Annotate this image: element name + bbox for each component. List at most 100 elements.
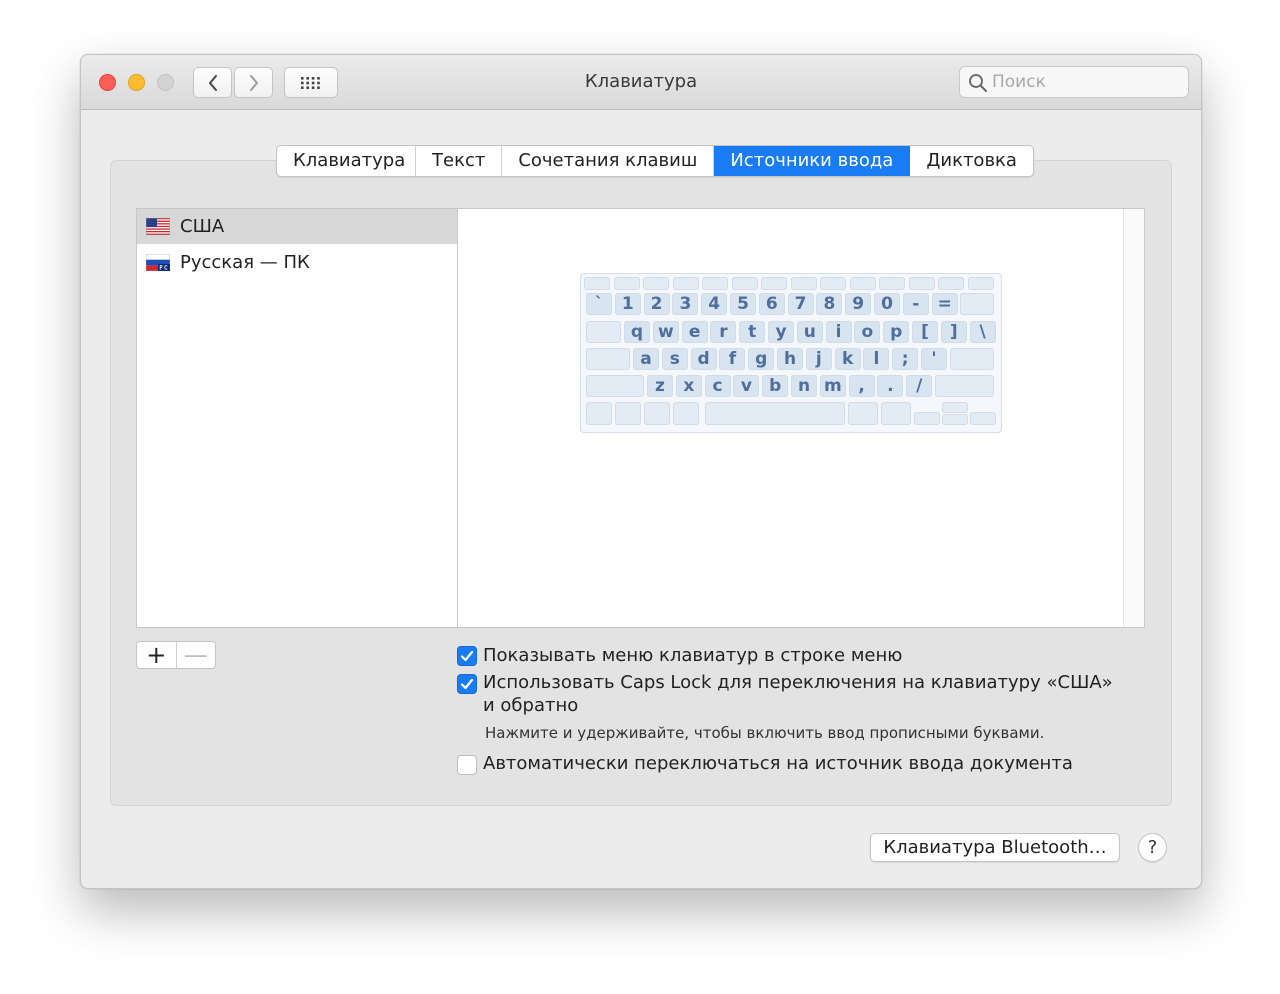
keyboard-key: d	[690, 348, 717, 370]
keyboard-key-blank	[584, 277, 610, 290]
tab-input-sources[interactable]: Источники ввода	[714, 146, 911, 176]
minimize-window-button[interactable]	[128, 74, 145, 91]
auto-switch-label[interactable]: Автоматически переключаться на источник …	[483, 753, 1073, 774]
tab-keyboard[interactable]: Клавиатура	[277, 146, 416, 176]
keyboard-key-blank	[643, 277, 669, 290]
keyboard-key: p	[883, 321, 910, 343]
keyboard-key-blank	[586, 375, 644, 397]
keyboard-key: s	[661, 348, 688, 370]
keyboard-key-blank	[820, 277, 846, 290]
keyboard-key: m	[819, 375, 846, 397]
keyboard-key-blank	[949, 348, 994, 370]
keyboard-key: 7	[787, 293, 814, 315]
show-all-button[interactable]	[284, 67, 338, 98]
keyboard-key-blank	[702, 277, 728, 290]
keyboard-key-blank	[942, 414, 968, 425]
keyboard-key: f	[719, 348, 746, 370]
keyboard-key-blank	[615, 402, 641, 425]
keyboard-key-blank	[908, 277, 935, 290]
add-source-button[interactable]: +	[137, 642, 176, 668]
keyboard-key: h	[777, 348, 803, 370]
tab-text[interactable]: Текст	[416, 146, 503, 176]
keyboard-key: l	[863, 348, 890, 370]
keyboard-key: x	[675, 375, 702, 397]
search-input[interactable]	[992, 67, 1182, 97]
keyboard-key: j	[805, 348, 832, 370]
keyboard-key: -	[902, 293, 929, 315]
search-field[interactable]	[959, 66, 1189, 98]
keyboard-key: 0	[874, 293, 900, 315]
show-menu-label[interactable]: Показывать меню клавиатур в строке меню	[483, 645, 902, 666]
keyboard-key: z	[647, 375, 673, 397]
keyboard-key: i	[825, 321, 852, 343]
keyboard-key-blank	[586, 402, 612, 425]
caps-lock-note: Нажмите и удерживайте, чтобы включить вв…	[485, 724, 1045, 742]
back-button[interactable]	[193, 67, 232, 98]
list-item-us[interactable]: США	[137, 209, 457, 244]
keyboard-key-blank	[942, 402, 968, 413]
keyboard-key: \	[969, 321, 996, 343]
keyboard-key: ;	[892, 348, 919, 370]
keyboard-key-blank	[970, 412, 996, 425]
checkmark-icon	[460, 678, 474, 690]
tab-dictation[interactable]: Диктовка	[910, 146, 1033, 176]
search-icon	[969, 74, 987, 92]
keyboard-key-blank	[849, 277, 876, 290]
keyboard-key: 1	[614, 293, 641, 315]
keyboard-key-blank	[790, 277, 817, 290]
chevron-left-icon	[208, 74, 217, 91]
keyboard-key: ]	[940, 321, 967, 343]
preview-scrollbar[interactable]	[1123, 209, 1144, 627]
keyboard-key: q	[624, 321, 650, 343]
caps-lock-checkbox[interactable]	[457, 674, 477, 694]
forward-button[interactable]	[234, 67, 273, 98]
keyboard-key: =	[931, 293, 958, 315]
input-sources-list[interactable]: США Русская — ПК	[136, 208, 458, 628]
keyboard-key: t	[739, 321, 766, 343]
checkmark-icon	[460, 650, 474, 662]
keyboard-key: k	[834, 348, 861, 370]
tab-bar: Клавиатура Текст Сочетания клавиш Источн…	[276, 145, 1034, 177]
keyboard-key-blank	[935, 375, 994, 397]
caps-lock-label-line1[interactable]: Использовать Caps Lock для переключения …	[483, 672, 1113, 693]
keyboard-key: r	[710, 321, 737, 343]
chevron-right-icon	[249, 74, 258, 91]
keyboard-key: 9	[845, 293, 872, 315]
remove-source-button[interactable]: —	[175, 642, 216, 668]
keyboard-key-blank	[938, 277, 964, 290]
us-flag-icon	[146, 218, 170, 235]
zoom-window-button[interactable]	[157, 74, 174, 91]
keyboard-key: e	[681, 321, 708, 343]
keyboard-key-blank	[761, 277, 787, 290]
keyboard-key: 4	[701, 293, 728, 315]
keyboard-key: 8	[816, 293, 843, 315]
keyboard-key: ,	[848, 375, 875, 397]
keyboard-key: [	[912, 321, 938, 343]
keyboard-key-blank	[967, 277, 994, 290]
keyboard-key-blank	[914, 412, 940, 425]
keyboard-key: b	[762, 375, 789, 397]
bluetooth-keyboard-button[interactable]: Клавиатура Bluetooth…	[870, 833, 1120, 862]
preferences-window: Клавиатура Клавиатура Текст Сочетания кл…	[80, 54, 1202, 889]
navigation-buttons	[193, 67, 275, 98]
keyboard-key: y	[768, 321, 794, 343]
keyboard-key: g	[748, 348, 775, 370]
caps-lock-label-line2[interactable]: и обратно	[483, 695, 578, 716]
keyboard-key: .	[877, 375, 904, 397]
list-item-label: Русская — ПК	[180, 252, 310, 273]
keyboard-key-blank	[705, 402, 845, 425]
close-window-button[interactable]	[99, 74, 116, 91]
show-menu-checkbox[interactable]	[457, 646, 477, 666]
grid-icon	[301, 76, 320, 89]
keyboard-key-blank	[881, 402, 911, 425]
auto-switch-checkbox[interactable]	[457, 755, 477, 775]
tab-shortcuts[interactable]: Сочетания клавиш	[502, 146, 715, 176]
keyboard-key: 6	[758, 293, 785, 315]
help-button[interactable]: ?	[1138, 833, 1167, 862]
list-item-label: США	[180, 216, 225, 237]
keyboard-key: a	[633, 348, 659, 370]
keyboard-key: 2	[643, 293, 670, 315]
list-item-russian-pc[interactable]: Русская — ПК	[137, 245, 457, 280]
keyboard-key: v	[733, 375, 760, 397]
keyboard-key-blank	[731, 277, 758, 290]
